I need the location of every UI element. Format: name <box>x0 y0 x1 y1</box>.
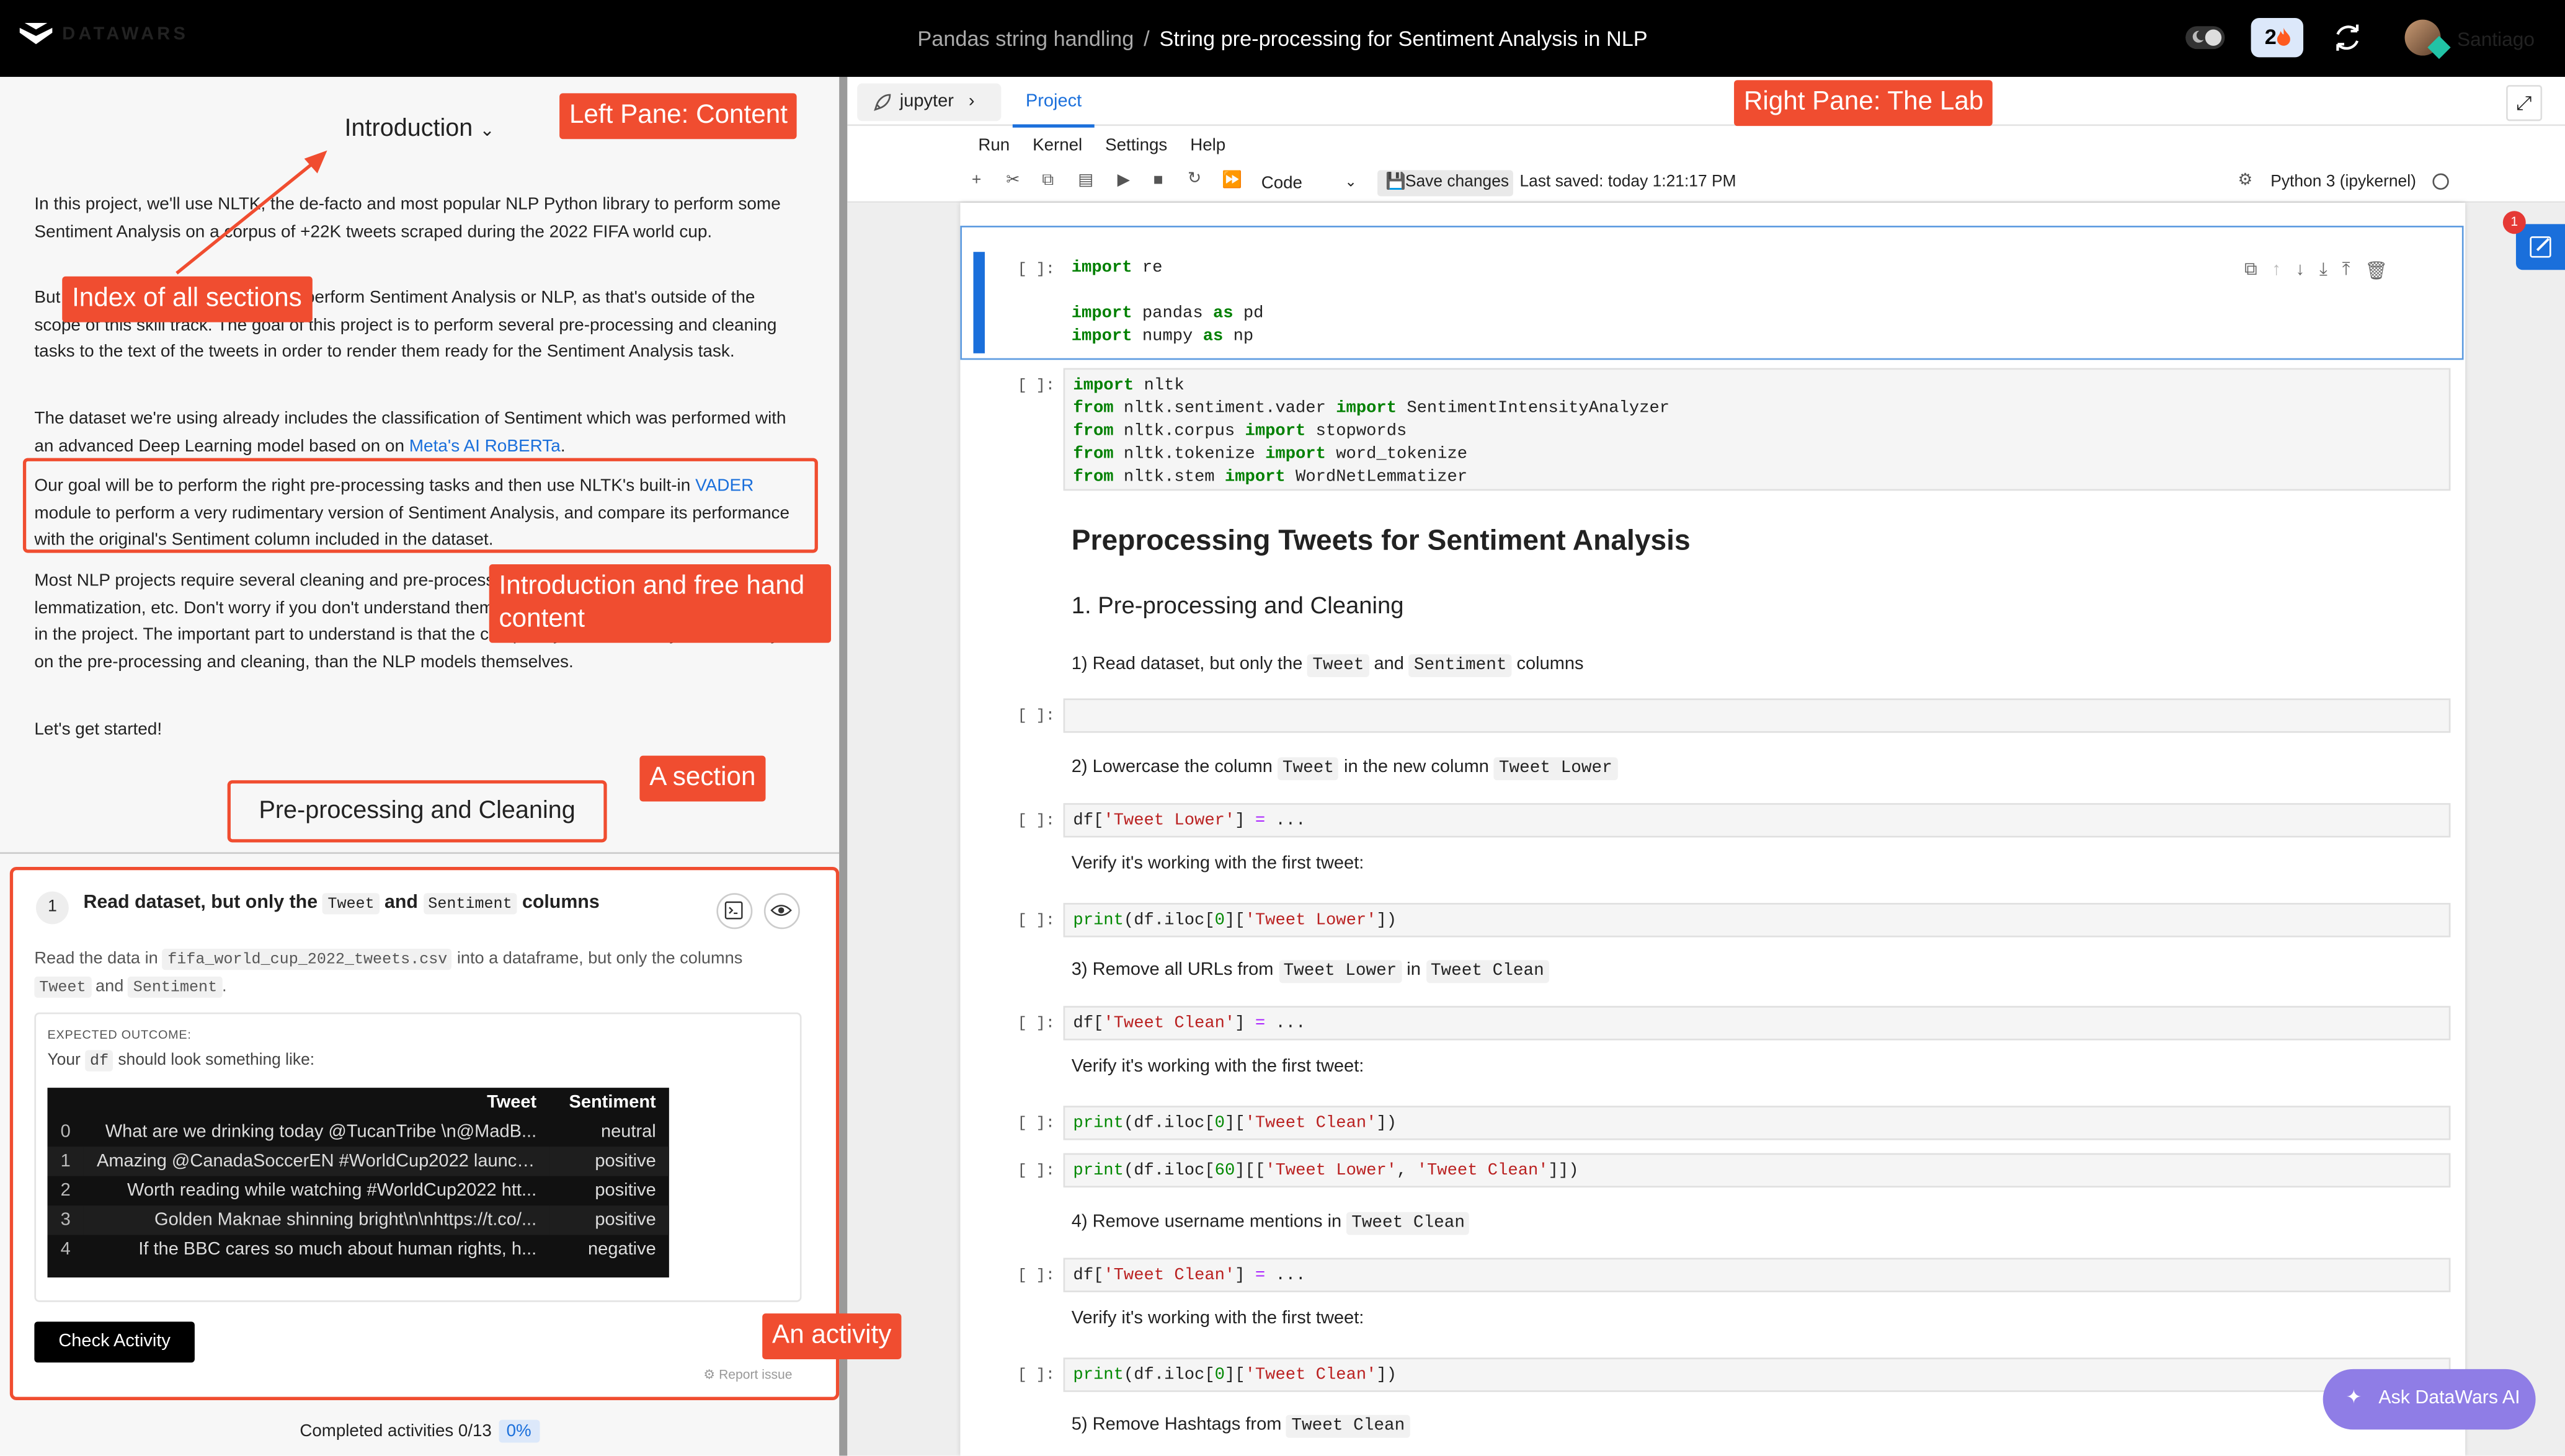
annotation-left-pane: Left Pane: Content <box>559 93 798 140</box>
annotation-activity: An activity <box>762 1313 902 1360</box>
annotation-right-pane: Right Pane: The Lab <box>1734 80 1994 127</box>
annotation-section: A section <box>639 755 766 802</box>
annotation-index: Index of all sections <box>62 276 312 322</box>
annotation-intro: Introduction and free hand content <box>489 564 832 643</box>
annotation-arrow <box>176 150 327 275</box>
